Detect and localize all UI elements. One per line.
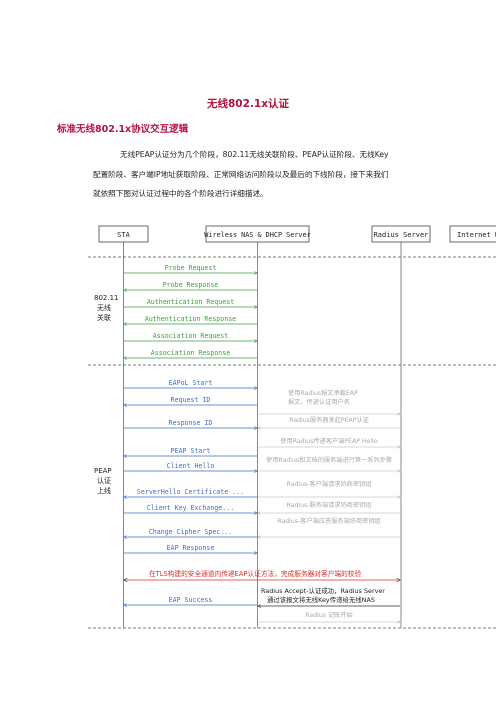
radius-message-label: Radius 记账开始	[305, 611, 352, 619]
message-label: Association Response	[151, 349, 230, 357]
phase-label-line: 802.11	[94, 294, 119, 302]
radius-message-label: Radius服务器发起PEAP认证	[289, 416, 369, 424]
tls-note-text: 在TLS构建的安全通道内传递EAP认证方法，完成服务器对客户端的校验	[149, 569, 361, 578]
phase-label-line: 关联	[97, 313, 111, 322]
phase-label-line: 上线	[97, 486, 111, 495]
radius-message-label: Radius-服务端请求协商密钥组	[287, 501, 372, 509]
entity-internet: Internet W	[449, 225, 496, 243]
radius-message-label: 使用Radius和文档的服务端进行第一系列步骤	[266, 456, 392, 464]
phase-label-line: PEAP	[94, 467, 112, 475]
entity-label: Internet W	[457, 231, 496, 239]
entity-radius: Radius Server	[371, 225, 431, 243]
message-label: ServerHello Certificate ...	[137, 488, 244, 496]
message-label: Client Key Exchange...	[147, 504, 234, 512]
radius-message-label: Radius-客户端请求协商密钥组	[287, 480, 372, 488]
message-label: Probe Request	[165, 264, 217, 272]
message-label: EAP Success	[169, 596, 213, 604]
message-label: EAP Response	[167, 544, 215, 552]
message-label: EAPoL Start	[169, 379, 213, 387]
sequence-diagram: STA Wireless NAS & DHCP Server Radius Se…	[88, 225, 496, 629]
message-label: Response ID	[169, 419, 213, 427]
message-label: PEAP Start	[171, 447, 211, 455]
message-label: Request ID	[171, 396, 211, 404]
accept-note-line: 通过该报文将无线Key传递给无线NAS	[267, 595, 375, 604]
phase-label-line: 无线	[97, 303, 111, 312]
radius-message-label: 报文，传递认证用户名	[288, 398, 350, 406]
tls-channel-note: 在TLS构建的安全通道内传递EAP认证方法，完成服务器对客户端的校验	[124, 569, 400, 580]
accept-note-line: Radius Accept-认证成功，Radius Server	[261, 586, 385, 595]
phase-label-line: 认证	[97, 476, 111, 485]
message-label: Authentication Request	[147, 298, 234, 306]
entity-label: Wireless NAS & DHCP Server	[204, 231, 310, 239]
message-label: Probe Response	[163, 281, 219, 289]
entity-label: Radius Server	[374, 231, 429, 239]
entity-sta: STA	[98, 225, 149, 243]
phase-label-80211: 802.11 无线 关联	[94, 294, 119, 322]
message-label: Association Request	[153, 332, 228, 340]
entity-label: STA	[117, 231, 130, 239]
message-label: Client Hello	[167, 462, 215, 470]
phase-label-peap: PEAP 认证 上线	[94, 467, 112, 495]
message-label: Change Cipher Spec...	[149, 528, 232, 536]
radius-accept-note: Radius Accept-认证成功，Radius Server 通过该报文将无…	[258, 586, 400, 606]
radius-message-label: 使用Radius报文承载EAP	[288, 389, 358, 397]
message-label: Authentication Response	[145, 315, 236, 323]
radius-message-label: Radius-客户端应答服务端协商密钥组	[277, 517, 380, 525]
sta-nas-messages: Probe Request Probe Response Authenticatio…	[124, 264, 257, 605]
entity-nas: Wireless NAS & DHCP Server	[204, 225, 311, 243]
radius-message-label: 使用Radius传递客户端PEAP Hello	[280, 437, 378, 445]
